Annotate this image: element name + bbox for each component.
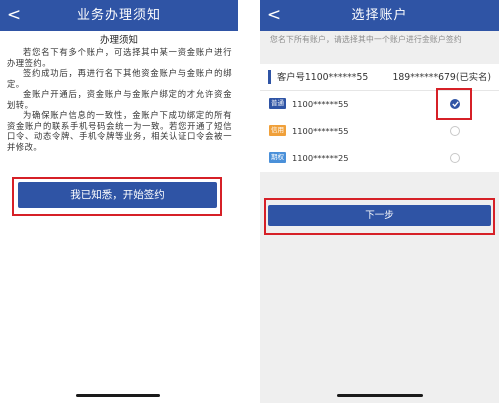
customer-phone: 189******679(已实名) — [392, 72, 491, 83]
account-type-badge: 期权 — [269, 152, 286, 163]
account-selection-hint: 您名下所有账户，请选择其中一个账户进行金账户签约 — [270, 35, 462, 44]
customer-number: 客户号1100******55 — [277, 72, 369, 83]
account-row-credit[interactable]: 信用 1100******55 — [260, 118, 499, 144]
home-indicator — [76, 394, 160, 397]
home-indicator — [337, 394, 423, 397]
account-row-ordinary[interactable]: 普通 1100******55 — [260, 91, 499, 117]
notice-heading: 办理须知 — [99, 35, 138, 46]
notice-paragraph: 为确保账户信息的一致性，金账户下成功绑定的所有资金账户的联系手机号码会统一为一致… — [7, 110, 232, 152]
account-number: 1100******55 — [292, 126, 349, 136]
next-step-button[interactable]: 下一步 — [268, 205, 491, 226]
account-list-card: 客户号1100******55 189******679(已实名) 普通 110… — [260, 64, 499, 172]
left-phone-screen: < 业务办理须知 办理须知 若您名下有多个账户，可选择其中某一资金账户进行办理签… — [0, 0, 238, 403]
account-number: 1100******25 — [292, 153, 349, 163]
account-row-options[interactable]: 期权 1100******25 — [260, 145, 499, 171]
notice-body: 若您名下有多个账户，可选择其中某一资金账户进行办理签约。 签约成功后，再进行名下… — [7, 47, 232, 152]
account-type-badge: 普通 — [269, 98, 286, 109]
notice-paragraph: 金账户开通后，资金账户与金账户绑定的才允许资金划转。 — [7, 89, 232, 110]
page-title: 选择账户 — [351, 8, 408, 23]
start-signing-button[interactable]: 我已知悉，开始签约 — [18, 182, 217, 208]
notice-paragraph: 签约成功后，再进行名下其他资金账户与金账户的绑定。 — [7, 68, 232, 89]
right-phone-screen: < 选择账户 您名下所有账户，请选择其中一个账户进行金账户签约 客户号1100*… — [260, 0, 499, 403]
notice-paragraph: 若您名下有多个账户，可选择其中某一资金账户进行办理签约。 — [7, 47, 232, 68]
radio-button-icon[interactable] — [450, 126, 460, 136]
top-navigation-bar: < 业务办理须知 — [0, 0, 238, 31]
radio-button-icon[interactable] — [450, 153, 460, 163]
page-title: 业务办理须知 — [76, 8, 161, 23]
account-number: 1100******55 — [292, 99, 349, 109]
top-navigation-bar: < 选择账户 — [260, 0, 499, 31]
account-type-badge: 信用 — [269, 125, 286, 136]
accent-bar — [268, 70, 271, 84]
checkmark-icon[interactable] — [450, 99, 460, 109]
customer-info-row: 客户号1100******55 189******679(已实名) — [260, 64, 499, 91]
